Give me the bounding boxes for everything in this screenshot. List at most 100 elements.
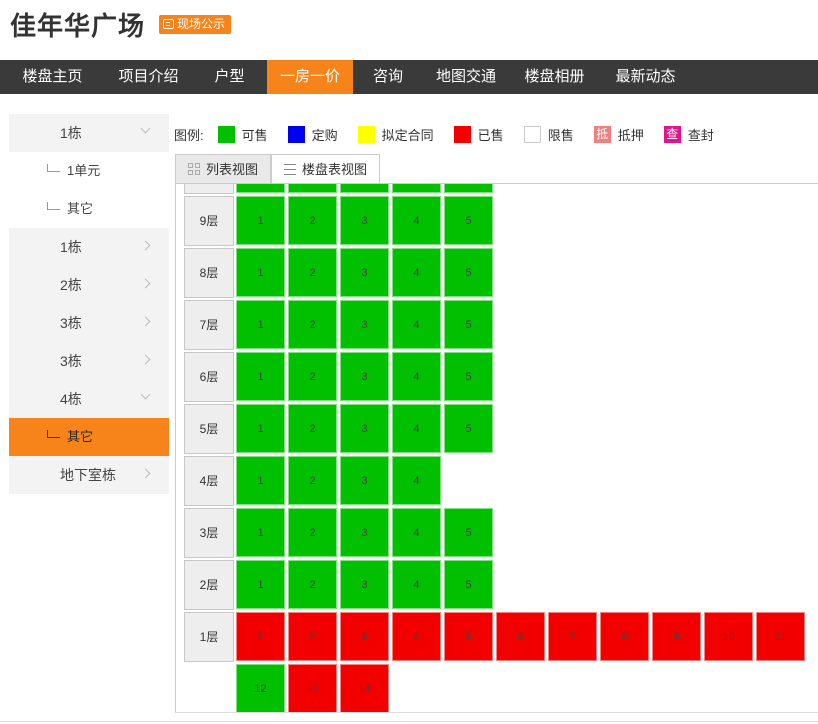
sidebar-item-label: 4栋 (60, 391, 82, 407)
unit-cell[interactable]: 4 (392, 196, 441, 245)
unit-cell[interactable]: 1 (236, 404, 285, 453)
unit-cell[interactable]: 3 (340, 508, 389, 557)
nav-item[interactable]: 项目介绍 (105, 60, 192, 94)
unit-cell[interactable]: 4 (392, 508, 441, 557)
legend-item: 限售 (523, 125, 574, 144)
unit-cell[interactable]: 3 (340, 300, 389, 349)
unit-cell[interactable]: 6 (496, 612, 545, 661)
sidebar-building-item[interactable]: 2栋 (9, 266, 169, 304)
main-nav: 楼盘主页 项目介绍 户型 一房一价 咨询 地图交通 楼盘相册 最新动态 (0, 60, 818, 94)
unit-cell[interactable] (236, 184, 285, 193)
unit-cell[interactable]: 2 (288, 612, 337, 661)
nav-item[interactable]: 楼盘主页 (0, 60, 105, 94)
unit-cell[interactable]: 10 (704, 612, 753, 661)
sidebar-unit-item[interactable]: 1单元 (9, 152, 169, 190)
divider (0, 721, 818, 722)
unit-cell[interactable]: 8 (600, 612, 649, 661)
page-header: 佳年华广场 现场公示 (0, 0, 818, 60)
building-table: 9层 1 2 3 4 5 8层 1 2 3 4 5 7层 1 2 3 4 5 6层 1 2 3 4 5 5层 1 2 3 4 5 4层 1 2 3… (175, 183, 818, 713)
floor-label: 7层 (184, 300, 234, 350)
unit-cell[interactable]: 2 (288, 196, 337, 245)
unit-cell[interactable]: 3 (340, 456, 389, 505)
unit-cell[interactable]: 11 (756, 612, 805, 661)
sidebar-item-label: 其它 (67, 201, 94, 216)
unit-cell[interactable] (444, 184, 493, 193)
unit-cell[interactable]: 1 (236, 248, 285, 297)
chevron-right-icon (140, 240, 151, 251)
sidebar-building-item[interactable]: 地下室栋 (9, 456, 169, 494)
sidebar-unit-item[interactable]: 其它 (9, 418, 169, 456)
unit-cell[interactable]: 2 (288, 248, 337, 297)
nav-item[interactable]: 最新动态 (600, 60, 691, 94)
tab-list-view[interactable]: 列表视图 (175, 154, 272, 184)
unit-cell[interactable]: 4 (392, 352, 441, 401)
unit-cell[interactable]: 1 (236, 456, 285, 505)
building-sidebar: 1栋 1单元 其它 1栋 2栋 3栋 3栋 4栋 其它 地下室栋 (9, 114, 169, 494)
nav-item[interactable]: 户型 (192, 60, 267, 94)
unit-cell[interactable]: 5 (444, 560, 493, 609)
unit-cell[interactable]: 4 (392, 404, 441, 453)
floor-label: 3层 (184, 508, 234, 558)
unit-cell[interactable]: 3 (340, 612, 389, 661)
sidebar-building-item[interactable]: 3栋 (9, 342, 169, 380)
unit-cell[interactable]: 5 (444, 612, 493, 661)
unit-cell[interactable]: 1 (236, 196, 285, 245)
legend-label: 限售 (547, 127, 574, 143)
unit-cell[interactable] (340, 184, 389, 193)
unit-cell[interactable]: 5 (444, 300, 493, 349)
legend-swatch (217, 125, 235, 143)
unit-cell[interactable]: 14 (340, 664, 389, 712)
nav-item[interactable]: 咨询 (353, 60, 423, 94)
floor-label: 1层 (184, 612, 234, 662)
unit-cell[interactable]: 5 (444, 508, 493, 557)
sidebar-building-item[interactable]: 4栋 (9, 380, 169, 418)
unit-cell[interactable]: 4 (392, 456, 441, 505)
project-title: 佳年华广场 (10, 11, 146, 41)
sidebar-unit-item[interactable]: 其它 (9, 190, 169, 228)
unit-cell[interactable]: 9 (652, 612, 701, 661)
unit-cell[interactable] (288, 184, 337, 193)
unit-cell[interactable] (392, 184, 441, 193)
unit-cell[interactable]: 3 (340, 560, 389, 609)
nav-item[interactable]: 一房一价 (267, 60, 353, 94)
legend-swatch: 抵 (593, 125, 611, 143)
unit-cell[interactable]: 5 (444, 352, 493, 401)
unit-cell[interactable]: 3 (340, 352, 389, 401)
unit-cell[interactable]: 2 (288, 352, 337, 401)
unit-cell[interactable]: 3 (340, 404, 389, 453)
unit-cell[interactable]: 1 (236, 352, 285, 401)
unit-cell[interactable]: 2 (288, 456, 337, 505)
unit-cell[interactable]: 1 (236, 612, 285, 661)
legend-swatch (357, 125, 375, 143)
unit-cell[interactable]: 7 (548, 612, 597, 661)
sidebar-building-item[interactable]: 3栋 (9, 304, 169, 342)
unit-cell[interactable]: 4 (392, 248, 441, 297)
unit-cell[interactable]: 13 (288, 664, 337, 712)
onsite-notice-badge[interactable]: 现场公示 (159, 15, 232, 34)
unit-cell[interactable]: 2 (288, 508, 337, 557)
unit-cell[interactable]: 4 (392, 300, 441, 349)
nav-item[interactable]: 楼盘相册 (509, 60, 600, 94)
unit-cell[interactable]: 3 (340, 248, 389, 297)
unit-cell[interactable]: 1 (236, 560, 285, 609)
badge-label: 现场公示 (177, 17, 226, 31)
tab-building-table-view[interactable]: 楼盘表视图 (271, 154, 381, 184)
unit-cell[interactable]: 5 (444, 404, 493, 453)
unit-cell[interactable]: 1 (236, 300, 285, 349)
unit-cell[interactable]: 3 (340, 196, 389, 245)
unit-cell[interactable]: 4 (392, 612, 441, 661)
unit-cell[interactable]: 5 (444, 248, 493, 297)
sidebar-building-item[interactable]: 1栋 (9, 114, 169, 152)
sidebar-building-item[interactable]: 1栋 (9, 228, 169, 266)
unit-cell[interactable]: 2 (288, 560, 337, 609)
floor-label: 6层 (184, 352, 234, 402)
legend-item: 抵抵押 (593, 125, 644, 144)
nav-item[interactable]: 地图交通 (423, 60, 509, 94)
chevron-right-icon (140, 278, 151, 289)
unit-cell[interactable]: 4 (392, 560, 441, 609)
unit-cell[interactable]: 12 (236, 664, 285, 712)
unit-cell[interactable]: 2 (288, 300, 337, 349)
unit-cell[interactable]: 2 (288, 404, 337, 453)
unit-cell[interactable]: 5 (444, 196, 493, 245)
unit-cell[interactable]: 1 (236, 508, 285, 557)
